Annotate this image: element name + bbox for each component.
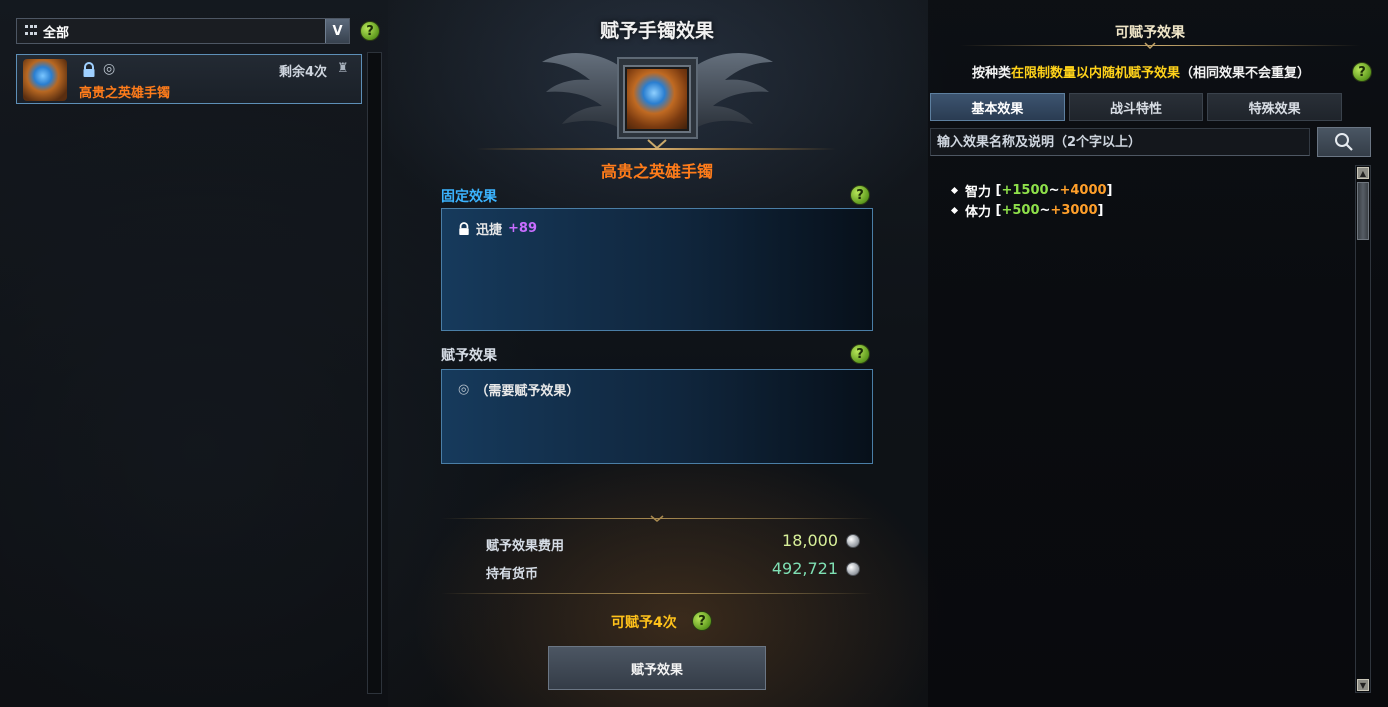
- fixed-effect-row: 迅捷 +89: [458, 219, 537, 238]
- remaining-count: 剩余4次: [278, 65, 327, 80]
- bullet-icon: [950, 186, 959, 194]
- divider: [441, 593, 873, 594]
- helmet-icon: ♜: [337, 61, 349, 76]
- grant-effect-label: 赋予效果: [441, 348, 497, 364]
- help-icon[interactable]: ?: [692, 611, 712, 631]
- swirl-icon: ◎: [103, 61, 116, 77]
- instructions-highlight: 在限制数量以内随机赋予效果: [1011, 66, 1181, 81]
- coin-icon: [846, 562, 860, 576]
- scroll-thumb[interactable]: [1357, 182, 1369, 240]
- available-effects-title: 可赋予效果: [1115, 25, 1185, 41]
- grant-effect-box: ◎ （需要赋予效果）: [441, 369, 873, 464]
- grant-count-text: 可赋予4次: [611, 615, 677, 631]
- item-list-panel: 全部 V ? ◎ 高贵之英雄手镯 剩余4次 ♜: [0, 0, 388, 707]
- page-title: 赋予手镯效果: [599, 20, 714, 42]
- help-icon[interactable]: ?: [850, 344, 870, 364]
- instructions-suffix: （相同效果不会重复）: [1180, 66, 1311, 81]
- effect-max: +3000: [1050, 202, 1098, 218]
- search-button[interactable]: [1317, 127, 1371, 157]
- tab-combat-traits[interactable]: 战斗特性: [1068, 93, 1204, 121]
- effect-tabs: 基本效果 战斗特性 特殊效果: [930, 93, 1343, 121]
- effect-min: +1500: [1001, 182, 1049, 198]
- effect-list: 智力 [+1500 ~ +4000] 体力 [+500 ~ +3000]: [950, 180, 1113, 220]
- category-filter-dropdown[interactable]: 全部 V: [16, 18, 350, 44]
- lock-icon: [83, 62, 95, 77]
- effect-stat: 体力: [965, 204, 992, 220]
- item-list-scrollbar[interactable]: [367, 52, 382, 694]
- chevron-down-icon: [1144, 42, 1156, 49]
- help-icon[interactable]: ?: [850, 185, 870, 205]
- bracelet-icon: [23, 59, 67, 101]
- instructions-text: 按种类在限制数量以内随机赋予效果（相同效果不会重复）: [972, 62, 1310, 81]
- category-filter-label: 全部: [43, 25, 70, 41]
- cost-label: 赋予效果费用: [486, 539, 565, 554]
- effect-max: +4000: [1059, 182, 1107, 198]
- bullet-icon: [950, 206, 959, 214]
- item-list: ◎ 高贵之英雄手镯 剩余4次 ♜: [16, 54, 362, 694]
- fixed-effect-box: 迅捷 +89: [441, 208, 873, 331]
- fixed-effect-value: +89: [508, 221, 537, 236]
- currency-value: 492,721: [771, 559, 838, 578]
- instructions-prefix: 按种类: [972, 66, 1012, 81]
- effect-min: +500: [1001, 202, 1040, 218]
- selected-item-name: 高贵之英雄手镯: [600, 162, 713, 181]
- swirl-icon: ◎: [458, 382, 470, 397]
- tab-basic-effects[interactable]: 基本效果: [930, 93, 1065, 121]
- grant-effect-row: ◎ （需要赋予效果）: [458, 380, 579, 399]
- item-name: 高贵之英雄手镯: [79, 86, 171, 101]
- effects-scrollbar[interactable]: ▲ ▼: [1355, 165, 1371, 693]
- list-item: 体力 [+500 ~ +3000]: [950, 200, 1113, 220]
- tab-special-effects[interactable]: 特殊效果: [1207, 93, 1343, 121]
- selected-bracelet-icon: [623, 65, 691, 133]
- effect-stat: 智力: [965, 184, 992, 200]
- list-item[interactable]: ◎ 高贵之英雄手镯 剩余4次 ♜: [16, 54, 362, 104]
- currency-label: 持有货币: [486, 567, 539, 582]
- grant-effect-button[interactable]: 赋予效果: [548, 646, 766, 690]
- scroll-down-icon[interactable]: ▼: [1357, 679, 1369, 691]
- help-icon[interactable]: ?: [360, 21, 380, 41]
- chevron-down-icon[interactable]: V: [325, 19, 349, 43]
- lock-icon: [459, 221, 469, 235]
- divider: [476, 148, 836, 150]
- coin-icon: [846, 534, 860, 548]
- search-icon: [1335, 133, 1353, 151]
- fixed-effect-stat: 迅捷: [476, 223, 503, 238]
- grant-effect-placeholder: （需要赋予效果）: [475, 384, 580, 399]
- list-item: 智力 [+1500 ~ +4000]: [950, 180, 1113, 200]
- grid-icon: [25, 25, 37, 37]
- effect-search-input[interactable]: [930, 128, 1310, 156]
- scroll-up-icon[interactable]: ▲: [1357, 167, 1369, 179]
- divider: [960, 45, 1360, 46]
- chevron-down-icon: [650, 515, 664, 522]
- cost-value: 18,000: [782, 531, 838, 550]
- fixed-effect-label: 固定效果: [441, 189, 497, 205]
- help-icon[interactable]: ?: [1352, 62, 1372, 82]
